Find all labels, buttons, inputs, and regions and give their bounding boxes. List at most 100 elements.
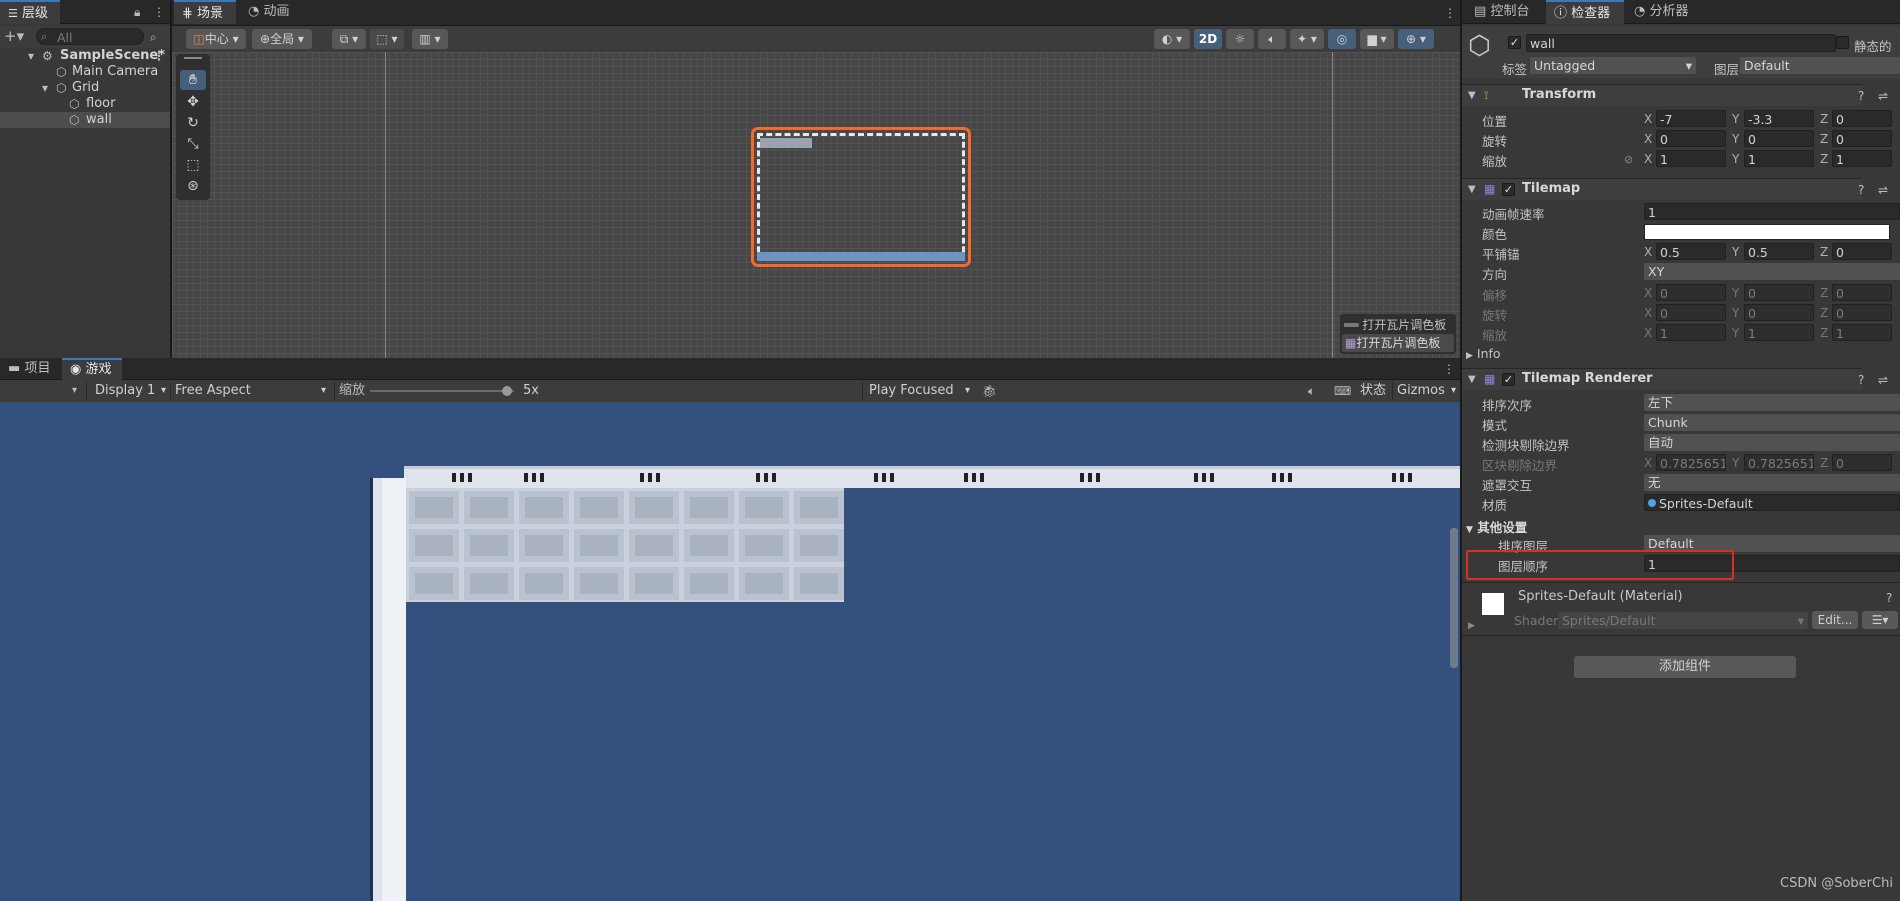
space-dropdown[interactable]: ⊕全局 ▾ [252,29,312,49]
list-item-wall[interactable]: ⬡ wall [0,112,170,128]
hierarchy-search-input[interactable]: All [36,28,144,45]
lighting-toggle-button[interactable]: ☼ [1226,29,1254,49]
tilemap-enabled-checkbox[interactable]: ✓ [1502,183,1515,196]
anchor-y-input[interactable]: 0.5 [1744,243,1814,260]
transform-header[interactable]: ▼ ⟟ Transform ? ⇌ [1462,84,1888,106]
tilemap-header[interactable]: ▼ ▦ ✓ Tilemap ? ⇌ [1462,178,1888,200]
scale-slider-track[interactable] [370,386,514,396]
scale-slider-thumb[interactable] [501,386,512,396]
tab-project[interactable]: ▬ 项目 [0,358,58,380]
aspect-dropdown[interactable]: Free Aspect ▾ [170,382,330,400]
search-scene-icon[interactable]: ⌕ [150,30,157,44]
list-item-main-camera[interactable]: ⬡ Main Camera [0,64,170,80]
transform-0-x-input[interactable]: -7 [1656,110,1726,127]
settings-icon[interactable]: ⇌ [1878,183,1888,197]
tab-inspector[interactable]: ⓘ 检查器 [1546,0,1624,24]
add-icon[interactable]: +▾ [4,29,24,44]
help-icon[interactable]: ? [1858,373,1864,387]
wall-tilemap-selection[interactable] [751,127,971,267]
mode-dropdown[interactable]: Chunk [1644,414,1900,431]
game-scrollbar[interactable] [1450,528,1458,668]
pivot-dropdown[interactable]: ◫中心 ▾ [186,29,246,49]
game-menu-icon[interactable]: ⋮ [1443,362,1455,376]
settings-icon[interactable]: ⇌ [1878,373,1888,387]
camera-settings-button[interactable]: ▆ ▾ [1360,29,1394,49]
scene-menu-icon[interactable]: ⋮ [1444,6,1456,20]
tilemap-renderer-header[interactable]: ▼ ▦ ✓ Tilemap Renderer ? ⇌ [1462,368,1888,390]
rotate-tool-icon[interactable]: ↻ [180,113,206,133]
edit-shader-button[interactable]: Edit... [1812,611,1858,629]
orientation-dropdown[interactable]: XY [1644,263,1900,280]
settings-icon[interactable]: ⇌ [1878,89,1888,103]
lock-icon[interactable]: 🔒︎ [134,5,140,19]
renderer-enabled-checkbox[interactable]: ✓ [1502,373,1515,386]
scale-tool-icon[interactable]: ⤡ [180,134,206,154]
shader-menu-button[interactable]: ☰▾ [1862,611,1898,629]
layer-dropdown[interactable]: Default [1740,57,1900,74]
open-tile-palette-button[interactable]: ▦打开瓦片调色板 [1342,334,1454,352]
2d-toggle-button[interactable]: 2D [1194,29,1222,49]
add-component-button[interactable]: 添加组件 [1574,656,1796,678]
transform-tool-icon[interactable]: ⊛ [180,176,206,196]
mute-audio-icon[interactable]: 🔈︎ [1308,384,1315,398]
scene-menu-icon[interactable]: ⋮ [153,49,165,63]
tab-console[interactable]: ▤ 控制台 [1466,0,1542,24]
help-icon[interactable]: ? [1858,89,1864,103]
increment-snap-button[interactable]: ⬚ ▾ [370,29,404,49]
hand-tool-icon[interactable]: ✋︎ [180,70,206,90]
effects-button[interactable]: ✦ ▾ [1290,29,1324,49]
transform-2-y-input[interactable]: 1 [1744,150,1814,167]
more-menu-icon[interactable]: ⋮ [153,5,165,19]
display-dropdown[interactable]: Display 1 ▾ [86,382,168,400]
grid-visibility-button[interactable]: ▥ ▾ [412,29,448,49]
tab-game[interactable]: ◉ 游戏 [62,358,122,380]
material-field[interactable]: Sprites-Default [1644,494,1900,511]
grid-snap-button[interactable]: ⧉ ▾ [332,29,366,49]
transform-1-z-input[interactable]: 0 [1832,130,1892,147]
transform-1-y-input[interactable]: 0 [1744,130,1814,147]
anchor-z-input[interactable]: 0 [1832,243,1892,260]
gizmos-button[interactable]: ⊕ ▾ [1398,29,1434,49]
active-checkbox[interactable]: ✓ [1508,36,1521,49]
list-item-grid[interactable]: ▾ ⬡ Grid [0,80,170,96]
gizmos-dropdown[interactable]: Gizmos ▾ [1392,382,1456,400]
bug-icon[interactable]: 🐞︎ [982,384,997,398]
view-dropdown-arrow-icon[interactable]: ▾ [72,384,77,398]
info-foldout[interactable]: ▶ Info [1466,346,1501,361]
transform-0-z-input[interactable]: 0 [1832,110,1892,127]
tab-profiler[interactable]: ◔ 分析器 [1626,0,1702,24]
drag-handle[interactable] [184,57,202,59]
transform-0-y-input[interactable]: -3.3 [1744,110,1814,127]
tab-hierarchy[interactable]: ☰ 层级 [0,0,60,24]
transform-2-z-input[interactable]: 1 [1832,150,1892,167]
tag-dropdown[interactable]: Untagged ▾ [1530,57,1696,74]
move-tool-icon[interactable]: ✥ [180,92,206,112]
link-icon[interactable]: ⊘ [1624,153,1633,167]
tab-animation[interactable]: ◔ 动画 [240,0,302,24]
object-name-input[interactable]: wall [1526,34,1836,52]
shader-dropdown[interactable]: Sprites/Default ▾ [1558,612,1808,629]
hidden-objects-button[interactable]: ◎ [1328,29,1356,49]
other-settings-foldout[interactable]: ▼ 其他设置 [1466,517,1527,536]
play-mode-dropdown[interactable]: Play Focused ▾ [862,382,972,400]
keyboard-icon[interactable]: ⌨ [1334,384,1351,398]
expand-arrow-icon[interactable]: ▶ [1468,619,1475,633]
detect-bounds-dropdown[interactable]: 自动 [1644,434,1900,451]
scene-canvas[interactable] [172,52,1460,358]
anchor-x-input[interactable]: 0.5 [1656,243,1726,260]
transform-1-x-input[interactable]: 0 [1656,130,1726,147]
help-icon[interactable]: ? [1886,591,1892,605]
help-icon[interactable]: ? [1858,183,1864,197]
sort-order-dropdown[interactable]: 左下 [1644,394,1900,411]
draw-mode-button[interactable]: ◐ ▾ [1154,29,1190,49]
mask-dropdown[interactable]: 无 [1644,474,1900,491]
frame-rate-input[interactable]: 1 [1644,203,1900,220]
list-item-floor[interactable]: ⬡ floor [0,96,170,112]
audio-toggle-button[interactable]: 🔈︎ [1258,29,1286,49]
transform-2-x-input[interactable]: 1 [1656,150,1726,167]
color-swatch[interactable] [1644,224,1890,240]
tab-scene[interactable]: ⋕ 场景 [174,0,236,24]
stats-button[interactable]: 状态 [1360,382,1386,400]
rect-tool-icon[interactable]: ⬚ [180,155,206,175]
list-item-scene[interactable]: ▾ ⚙ SampleScene* ⋮ [0,48,170,64]
